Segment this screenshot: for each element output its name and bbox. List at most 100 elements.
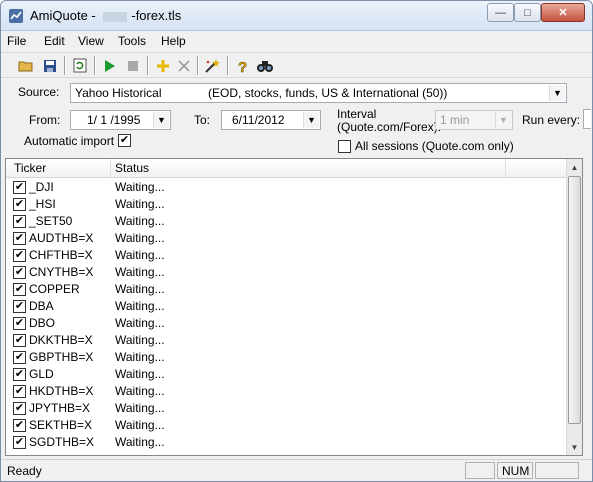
stop-icon[interactable] <box>122 55 144 76</box>
source-value: Yahoo Historical <box>75 86 162 100</box>
row-checkbox[interactable]: ✔ <box>13 317 26 330</box>
row-checkbox[interactable]: ✔ <box>13 181 26 194</box>
wand-icon[interactable] <box>202 55 224 76</box>
status-pane-empty <box>465 462 495 479</box>
maximize-button[interactable]: □ <box>514 3 541 22</box>
scroll-thumb[interactable] <box>568 176 581 424</box>
table-row[interactable]: ✔ CHFTHB=X Waiting... <box>6 247 568 264</box>
to-label: To: <box>194 113 211 127</box>
ticker-cell: SGDTHB=X <box>29 435 95 449</box>
find-icon[interactable] <box>254 55 276 76</box>
open-folder-icon[interactable] <box>15 55 37 76</box>
from-date-picker[interactable]: 1/ 1 /1995 ▼ <box>70 110 171 130</box>
table-row[interactable]: ✔ CNYTHB=X Waiting... <box>6 264 568 281</box>
table-row[interactable]: ✔ SGDTHB=X Waiting... <box>6 434 568 451</box>
interval-value: 1 min <box>440 113 470 127</box>
row-checkbox[interactable]: ✔ <box>13 232 26 245</box>
chevron-down-icon[interactable]: ▼ <box>549 85 565 101</box>
automatic-import-checkbox[interactable]: ✔ <box>118 134 131 147</box>
chevron-down-icon[interactable]: ▼ <box>153 112 169 128</box>
status-cell: Waiting... <box>115 316 165 330</box>
row-checkbox[interactable]: ✔ <box>13 198 26 211</box>
status-cell: Waiting... <box>115 282 165 296</box>
table-row[interactable]: ✔ DKKTHB=X Waiting... <box>6 332 568 349</box>
row-checkbox[interactable]: ✔ <box>13 283 26 296</box>
ticker-list[interactable]: Ticker Status ✔ _DJI Waiting... ✔ _HSI Waitin… <box>5 158 583 456</box>
toolbar-separator <box>197 56 199 75</box>
ticker-cell: CNYTHB=X <box>29 265 94 279</box>
column-divider[interactable] <box>505 159 506 178</box>
menu-view[interactable]: View <box>78 34 104 48</box>
column-header-status[interactable]: Status <box>115 161 149 175</box>
row-checkbox[interactable]: ✔ <box>13 334 26 347</box>
status-cell: Waiting... <box>115 401 165 415</box>
redacted-block <box>103 11 128 22</box>
source-description: (EOD, stocks, funds, US & International … <box>208 86 448 100</box>
row-checkbox[interactable]: ✔ <box>13 402 26 415</box>
row-checkbox[interactable]: ✔ <box>13 215 26 228</box>
interval-label-line1: Interval <box>337 107 377 121</box>
refresh-icon[interactable] <box>69 55 91 76</box>
save-icon[interactable] <box>39 55 61 76</box>
column-header-ticker[interactable]: Ticker <box>14 161 46 175</box>
run-every-input[interactable] <box>583 109 591 129</box>
table-row[interactable]: ✔ DBA Waiting... <box>6 298 568 315</box>
toolbar-separator <box>64 56 66 75</box>
row-checkbox[interactable]: ✔ <box>13 368 26 381</box>
row-checkbox[interactable]: ✔ <box>13 351 26 364</box>
row-checkbox[interactable]: ✔ <box>13 419 26 432</box>
interval-select[interactable]: 1 min ▼ <box>435 110 513 130</box>
menu-file[interactable]: File <box>7 34 26 48</box>
row-checkbox[interactable]: ✔ <box>13 266 26 279</box>
title-bar: AmiQuote - -forex.tls — □ ✕ <box>1 1 592 31</box>
svg-text:?: ? <box>238 59 247 73</box>
table-row[interactable]: ✔ GLD Waiting... <box>6 366 568 383</box>
table-row[interactable]: ✔ GBPTHB=X Waiting... <box>6 349 568 366</box>
status-cell: Waiting... <box>115 214 165 228</box>
ticker-cell: AUDTHB=X <box>29 231 94 245</box>
to-date-value: 6/11/2012 <box>232 113 285 127</box>
table-row[interactable]: ✔ _HSI Waiting... <box>6 196 568 213</box>
row-checkbox[interactable]: ✔ <box>13 436 26 449</box>
source-select[interactable]: Yahoo Historical (EOD, stocks, funds, US… <box>70 83 567 103</box>
table-row[interactable]: ✔ AUDTHB=X Waiting... <box>6 230 568 247</box>
toolbar-separator <box>94 56 96 75</box>
menu-tools[interactable]: Tools <box>118 34 146 48</box>
table-row[interactable]: ✔ HKDTHB=X Waiting... <box>6 383 568 400</box>
column-divider[interactable] <box>110 159 111 178</box>
add-icon[interactable] <box>152 55 174 76</box>
table-row[interactable]: ✔ DBO Waiting... <box>6 315 568 332</box>
table-row[interactable]: ✔ _DJI Waiting... <box>6 179 568 196</box>
status-cell: Waiting... <box>115 418 165 432</box>
minimize-button[interactable]: — <box>487 3 514 22</box>
menu-help[interactable]: Help <box>161 34 186 48</box>
help-icon[interactable]: ? <box>232 55 254 76</box>
ticker-cell: HKDTHB=X <box>29 384 94 398</box>
row-checkbox[interactable]: ✔ <box>13 249 26 262</box>
ticker-cell: SEKTHB=X <box>29 418 93 432</box>
amiquote-window: AmiQuote - -forex.tls — □ ✕ File Edit Vi… <box>0 0 593 482</box>
window-title: AmiQuote - -forex.tls <box>30 8 181 23</box>
list-header: Ticker Status <box>6 159 568 178</box>
chevron-down-icon[interactable]: ▼ <box>303 112 319 128</box>
chevron-down-icon[interactable]: ▼ <box>495 112 511 128</box>
toolbar: ? <box>1 52 592 78</box>
vertical-scrollbar[interactable]: ▲ ▼ <box>566 159 582 455</box>
all-sessions-checkbox[interactable] <box>338 140 351 153</box>
close-button[interactable]: ✕ <box>541 3 585 22</box>
play-icon[interactable] <box>99 55 121 76</box>
delete-icon[interactable] <box>173 55 195 76</box>
interval-label-line2: (Quote.com/Forex): <box>337 120 442 134</box>
ticker-cell: DBA <box>29 299 54 313</box>
status-cell: Waiting... <box>115 248 165 262</box>
scroll-up-icon[interactable]: ▲ <box>567 159 582 175</box>
table-row[interactable]: ✔ COPPER Waiting... <box>6 281 568 298</box>
row-checkbox[interactable]: ✔ <box>13 300 26 313</box>
table-row[interactable]: ✔ _SET50 Waiting... <box>6 213 568 230</box>
menu-edit[interactable]: Edit <box>44 34 65 48</box>
to-date-picker[interactable]: 6/11/2012 ▼ <box>221 110 321 130</box>
scroll-down-icon[interactable]: ▼ <box>567 439 582 455</box>
row-checkbox[interactable]: ✔ <box>13 385 26 398</box>
table-row[interactable]: ✔ JPYTHB=X Waiting... <box>6 400 568 417</box>
table-row[interactable]: ✔ SEKTHB=X Waiting... <box>6 417 568 434</box>
